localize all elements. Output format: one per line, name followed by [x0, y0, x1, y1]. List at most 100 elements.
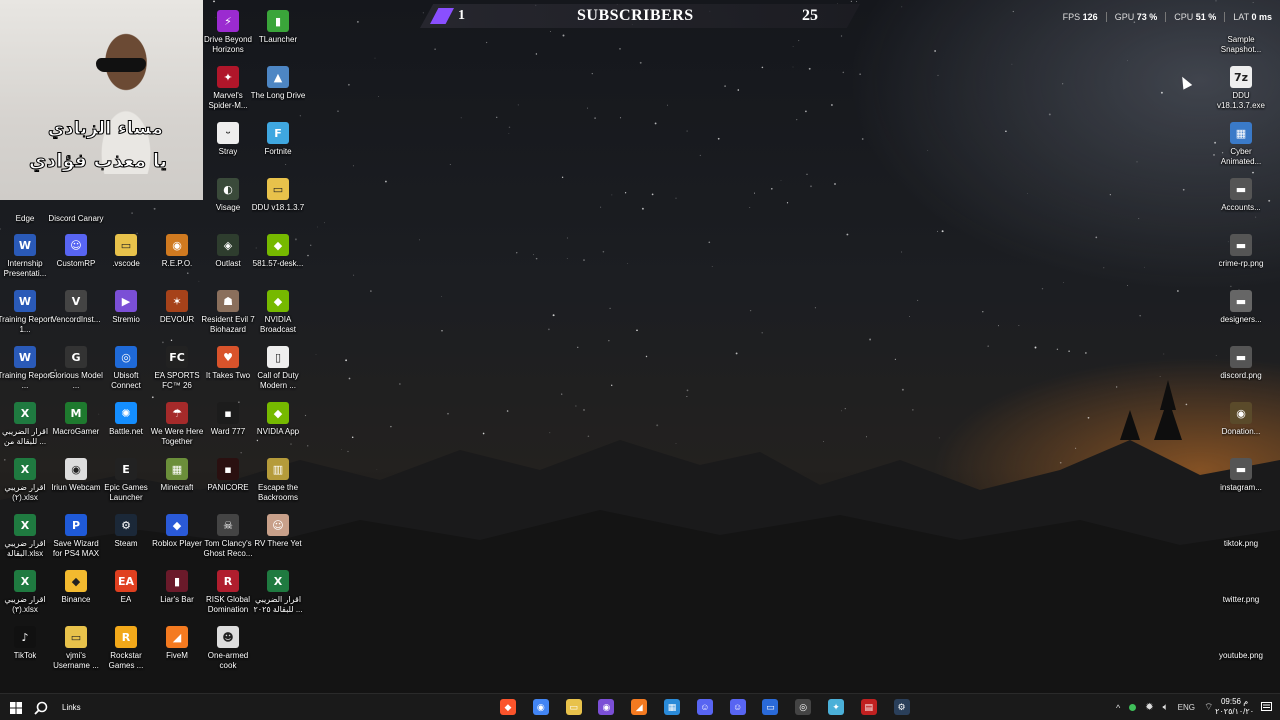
desktop-icon-escape-backrooms[interactable]: ▥ Escape the Backrooms — [250, 454, 306, 510]
taskbar-copilot-icon[interactable]: ✦ — [828, 699, 844, 715]
desktop-icon-outlast[interactable]: ◈ Outlast — [200, 230, 256, 286]
desktop-icon-youtube-png[interactable]: youtube.png — [1213, 622, 1269, 678]
desktop-icon-discord-png[interactable]: ▬ discord.png — [1213, 342, 1269, 398]
desktop-icon-epic[interactable]: E Epic Games Launcher — [98, 454, 154, 510]
desktop-icon-rvthereyet[interactable]: ☺ RV There Yet — [250, 510, 306, 566]
desktop-icon-nvidia-broadcast[interactable]: ◆ NVIDIA Broadcast — [250, 286, 306, 342]
star — [566, 237, 568, 239]
desktop-icon-vjmi[interactable]: ▭ vjmi's Username ... — [48, 622, 104, 678]
desktop-icon-label: DDU v18.1.3.7 — [251, 203, 305, 212]
desktop-icon-ea[interactable]: EA EA — [98, 566, 154, 622]
desktop-icon-repo[interactable]: ◉ R.E.P.O. — [149, 230, 205, 286]
language-indicator[interactable]: ENG — [1178, 703, 1195, 712]
desktop-icon-long-drive[interactable]: ▲ The Long Drive — [250, 62, 306, 118]
taskbar-voicemeeter-icon[interactable]: ▤ — [860, 699, 877, 715]
taskbar-store-icon[interactable]: ▦ — [664, 699, 680, 715]
desktop-icon-crime-rp[interactable]: ▬ crime-rp.png — [1213, 230, 1269, 286]
desktop-icon-customrp[interactable]: ☺ CustomRP — [48, 230, 104, 286]
taskbar-explorer-icon[interactable]: ▭ — [565, 699, 582, 715]
search-box[interactable]: Links — [34, 694, 114, 720]
desktop-icon-glorious[interactable]: G Glorious Model ... — [48, 342, 104, 398]
desktop-icon-sample-snapshot[interactable]: Sample Snapshot... — [1213, 6, 1269, 62]
wifi-icon[interactable]: ⌔ — [1204, 701, 1213, 714]
desktop-icon-fivem[interactable]: ◢ FiveM — [149, 622, 205, 678]
chevron-up-icon[interactable]: ^ — [1116, 703, 1120, 713]
desktop-icon-drive-beyond[interactable]: ⚡ Drive Beyond Horizons — [200, 6, 256, 62]
desktop-icon-instagram[interactable]: ▬ instagram... — [1213, 454, 1269, 510]
desktop-icon-panicore[interactable]: ▪ PANICORE — [200, 454, 256, 510]
desktop-icon-ittakestwo[interactable]: ♥ It Takes Two — [200, 342, 256, 398]
notifications-button[interactable] — [1258, 694, 1274, 720]
desktop-icon-nvidia-app[interactable]: ◆ NVIDIA App — [250, 398, 306, 454]
desktop-icon-xlsx2[interactable]: X اقرار ضريبي (٢).xlsx — [0, 454, 53, 510]
desktop-icon-nvidia-desk[interactable]: ◆ 581.57-desk... — [250, 230, 306, 286]
desktop-icon-liarsbar[interactable]: ▮ Liar's Bar — [149, 566, 205, 622]
desktop-icon-cyber-animated[interactable]: ▦ Cyber Animated... — [1213, 118, 1269, 174]
desktop-icon-donation[interactable]: ◉ Donation... — [1213, 398, 1269, 454]
clock[interactable]: 09:56 م ٢٠٢٥/١٠/٢٠ — [1215, 697, 1254, 717]
desktop-icon-ubisoft[interactable]: ◎ Ubisoft Connect — [98, 342, 154, 398]
desktop-icon-training1[interactable]: W Training Report 1... — [0, 286, 53, 342]
desktop-icon-label: Roblox Player — [152, 539, 202, 548]
desktop-icon-cod[interactable]: ▯ Call of Duty Modern ... — [250, 342, 306, 398]
desktop-icon-binance[interactable]: ◆ Binance — [48, 566, 104, 622]
desktop-icon-rockstar[interactable]: R Rockstar Games ... — [98, 622, 154, 678]
taskbar-fivem-tb-icon[interactable]: ◢ — [631, 699, 648, 715]
desktop-icon-internship[interactable]: W Internship Presentati... — [0, 230, 53, 286]
desktop-icon-devour[interactable]: ✶ DEVOUR — [149, 286, 205, 342]
desktop-icon-risk[interactable]: R RISK Global Domination — [200, 566, 256, 622]
star — [792, 66, 794, 68]
desktop-icon-roblox[interactable]: ◆ Roblox Player — [149, 510, 205, 566]
desktop-icon-ward777[interactable]: ▪ Ward 777 — [200, 398, 256, 454]
desktop-icon-savewizard[interactable]: P Save Wizard for PS4 MAX — [48, 510, 104, 566]
desktop-icon-wewerehere[interactable]: ☂ We Were Here Together — [149, 398, 205, 454]
desktop-icon-tlauncher[interactable]: ▮ TLauncher — [250, 6, 306, 62]
star — [577, 346, 579, 348]
desktop-icon-xlsx1[interactable]: X اقرار الضريبي للبقالة من ... — [0, 398, 53, 454]
desktop-icon-twitter-png[interactable]: twitter.png — [1213, 566, 1269, 622]
desktop-icon-tiktok-png[interactable]: tiktok.png — [1213, 510, 1269, 566]
desktop-icon-accounts[interactable]: ▬ Accounts... — [1213, 174, 1269, 230]
desktop-icon-label: Call of Duty Modern ... — [257, 371, 299, 390]
desktop-icon-designers[interactable]: ▬ designers... — [1213, 286, 1269, 342]
taskbar-steam-tb-icon[interactable]: ⚙ — [893, 699, 910, 715]
desktop-icon-fortnite[interactable]: F Fortnite — [250, 118, 306, 174]
volume-icon[interactable]: 🔈︎ — [1163, 702, 1169, 713]
desktop-icon-xlsx5[interactable]: X اقرار الضريبي للبقالة ٢٠٢٥ ... — [250, 566, 306, 622]
brightness-icon[interactable]: ✹ — [1145, 702, 1153, 713]
desktop-icon-steam[interactable]: ⚙ Steam — [98, 510, 154, 566]
desktop-icon-minecraft[interactable]: ▦ Minecraft — [149, 454, 205, 510]
desktop-icon-ghostrecon[interactable]: ☠ Tom Clancy's Ghost Reco... — [200, 510, 256, 566]
taskbar-brave-icon[interactable]: ◆ — [500, 699, 516, 715]
desktop-icon-label: Epic Games Launcher — [104, 483, 148, 502]
star — [937, 74, 939, 76]
taskbar-discord-canary-tb-icon[interactable]: ☺ — [729, 699, 746, 715]
desktop-icon-visage[interactable]: ◐ Visage — [200, 174, 256, 230]
taskbar-obs-icon[interactable]: ◎ — [795, 699, 812, 715]
desktop-icon-re7[interactable]: ☗ Resident Evil 7 Biohazard — [200, 286, 256, 342]
desktop-icon-ddu-folder[interactable]: ▭ DDU v18.1.3.7 — [250, 174, 306, 230]
star — [1127, 285, 1128, 286]
desktop-icon-easports[interactable]: FC EA SPORTS FC™ 26 — [149, 342, 205, 398]
status-dot-icon[interactable] — [1129, 704, 1137, 711]
desktop-icon-battlenet[interactable]: ✺ Battle.net — [98, 398, 154, 454]
desktop-icon-onearmedcook[interactable]: ☻ One-armed cook — [200, 622, 256, 678]
desktop-icon-vscode-folder[interactable]: ▭ .vscode — [98, 230, 154, 286]
taskbar-chrome-icon[interactable]: ◉ — [532, 699, 549, 715]
desktop-icon-spiderman[interactable]: ✦ Marvel's Spider-M... — [200, 62, 256, 118]
taskbar-remote-icon[interactable]: ▭ — [762, 699, 779, 715]
taskbar-discord-tb-icon[interactable]: ☺ — [696, 699, 713, 715]
desktop-icon-iriun[interactable]: ◉ Iriun Webcam — [48, 454, 104, 510]
desktop-icon-training2[interactable]: W Training Report ... — [0, 342, 53, 398]
desktop-icon-ddu-exe[interactable]: 7z DDU v18.1.3.7.exe — [1213, 62, 1269, 118]
desktop-icon-stremio[interactable]: ▶ Stremio — [98, 286, 154, 342]
desktop-icon-vencord[interactable]: V VencordInst... — [48, 286, 104, 342]
desktop-icon-xlsx4[interactable]: X اقرار ضريبي (٣).xlsx — [0, 566, 53, 622]
star — [761, 332, 763, 334]
desktop-icon-xlsx3[interactable]: X اقرار ضريبي البقالة.xlsx — [0, 510, 53, 566]
start-button[interactable] — [4, 694, 28, 720]
taskbar-chrome-profile-icon[interactable]: ◉ — [598, 699, 615, 715]
desktop-icon-tiktok[interactable]: ♪ TikTok — [0, 622, 53, 678]
desktop-icon-stray[interactable]: ᵕ Stray — [200, 118, 256, 174]
desktop-icon-macrogamer[interactable]: M MacroGamer — [48, 398, 104, 454]
